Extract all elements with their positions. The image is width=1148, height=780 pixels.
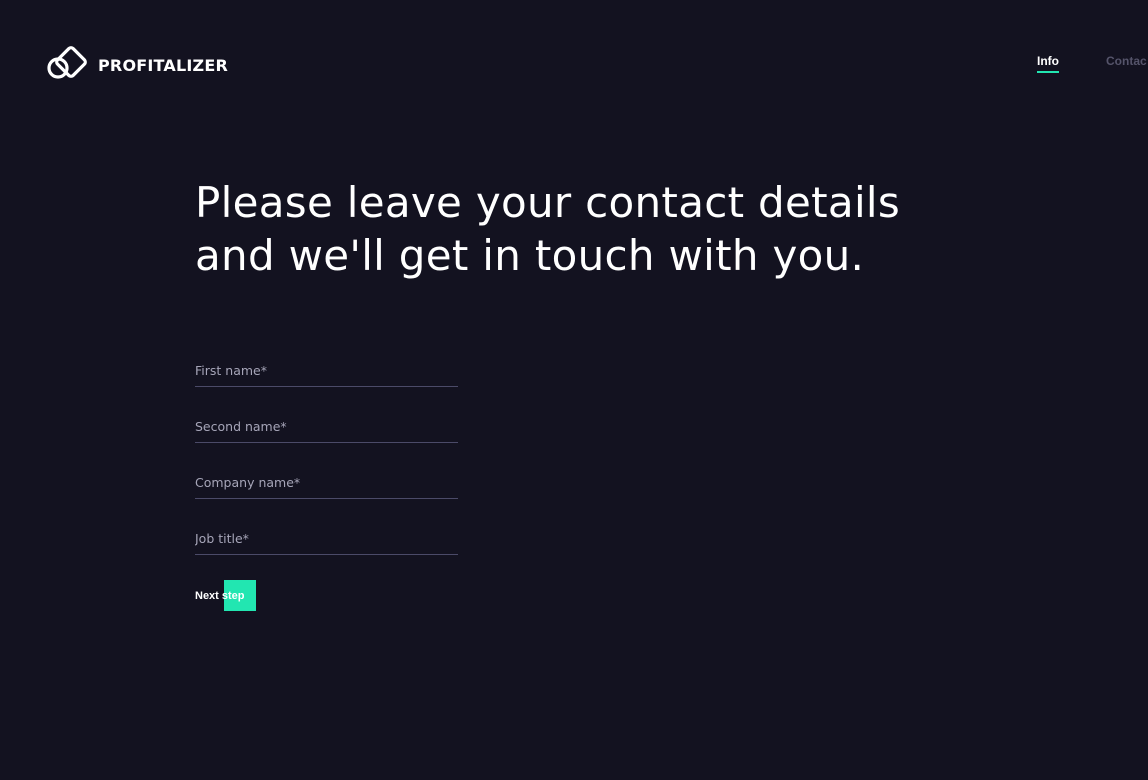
nav-item-info[interactable]: Info [1037, 54, 1059, 73]
next-step-button[interactable]: Next step [195, 580, 256, 611]
headline-line-2: and we'll get in touch with you. [195, 231, 865, 280]
brand-name: PROFITALIZER [98, 55, 228, 75]
first-name-field [195, 360, 458, 387]
headline-line-1: Please leave your contact details [195, 178, 901, 227]
top-nav: Info Contac [1037, 54, 1147, 73]
first-name-input[interactable] [195, 363, 458, 378]
second-name-field [195, 416, 458, 443]
second-name-input[interactable] [195, 419, 458, 434]
nav-item-contact[interactable]: Contac [1106, 54, 1147, 71]
page-headline: Please leave your contact details and we… [195, 176, 955, 282]
company-name-input[interactable] [195, 475, 458, 490]
brand-logo[interactable]: PROFITALIZER [46, 44, 228, 86]
job-title-input[interactable] [195, 531, 458, 546]
company-name-field [195, 472, 458, 499]
job-title-field [195, 528, 458, 555]
profitalizer-logo-icon [47, 46, 87, 79]
